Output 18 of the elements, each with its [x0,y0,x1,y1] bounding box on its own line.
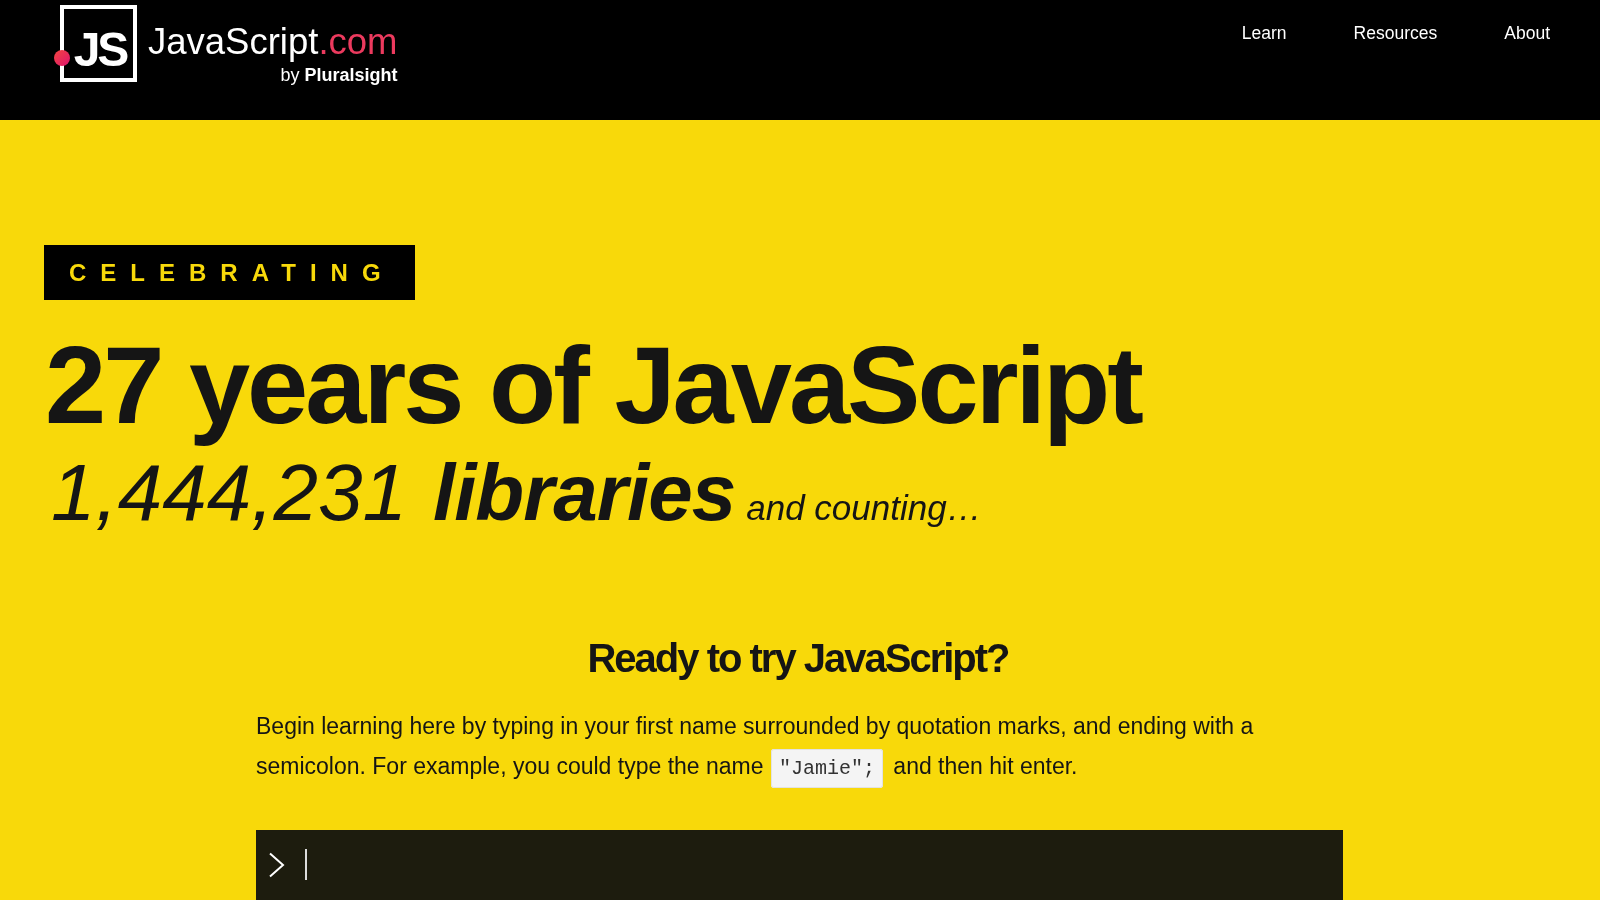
console-input[interactable] [256,830,1343,900]
celebrating-badge: CELEBRATING [44,245,415,300]
text-cursor-icon [305,849,307,880]
logo-letters: JS [73,26,128,74]
logo-byline: by Pluralsight [280,65,398,84]
section-title: Ready to try JavaScript? [587,638,1010,678]
dot-icon [54,50,70,66]
hero-headline: 27 years of JavaScript [45,323,1143,447]
library-count: 1,444,231 [51,453,408,533]
nav-link[interactable]: Resources [1353,23,1438,43]
nav-link[interactable]: About [1504,23,1550,43]
count-unit-text: libraries [432,453,737,533]
nav-link[interactable]: Learn [1241,23,1287,43]
logo-wordmark: JavaScript.com [148,24,398,61]
code-example: "Jamie"; [770,749,883,788]
chevron-right-icon [268,852,285,878]
instructions-text: Begin learning here by typing in your first name surrounded by quotation marks, and ending with a semicolon. For example, you could type the name "Jamie"; and then hit enter. [256,706,1343,789]
count-suffix-text: and counting… [746,490,983,525]
